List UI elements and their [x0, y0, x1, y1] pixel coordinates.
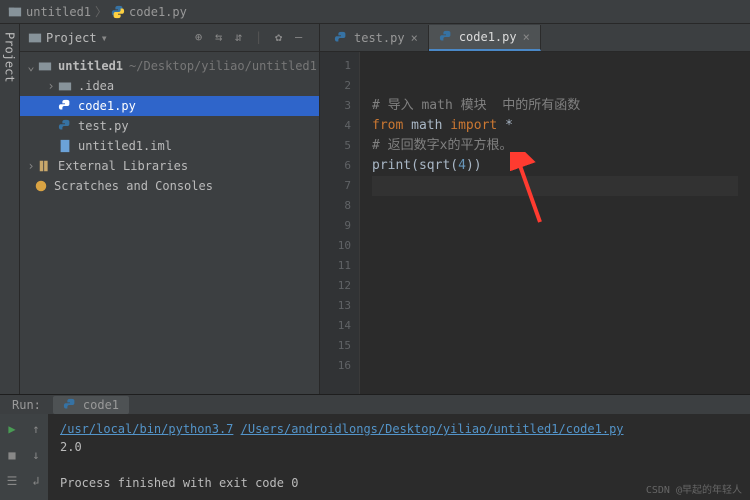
- breadcrumb: untitled1 〉 code1.py: [0, 0, 750, 24]
- editor: test.py × code1.py × 1234 5678 9101112 1…: [320, 24, 750, 394]
- chevron-right-icon[interactable]: ›: [44, 79, 58, 93]
- tree-item-test[interactable]: test.py: [20, 116, 319, 136]
- code-editor[interactable]: # 导入 math 模块 中的所有函数 from math import * #…: [360, 52, 750, 394]
- close-icon[interactable]: ×: [523, 30, 530, 44]
- collapse-icon[interactable]: ⇵: [235, 30, 251, 46]
- project-view-dropdown[interactable]: Project ▾: [28, 31, 108, 45]
- exit-status: Process finished with exit code 0: [60, 474, 738, 492]
- output-line: 2.0: [60, 438, 738, 456]
- tree-root[interactable]: ⌄ untitled1 ~/Desktop/yiliao/untitled1: [20, 56, 319, 76]
- gear-icon[interactable]: ✿: [275, 30, 291, 46]
- watermark: CSDN @早起的年轻人: [646, 481, 742, 496]
- run-panel: Run: code1 ▶ ↑ ■ ↓ ☰ ↲ /usr/local/bin/py…: [0, 394, 750, 500]
- project-tree: ⌄ untitled1 ~/Desktop/yiliao/untitled1 ›…: [20, 52, 319, 394]
- tree-item-code1[interactable]: code1.py: [20, 96, 319, 116]
- python-file-icon: [334, 31, 348, 45]
- down-button[interactable]: ↓: [27, 446, 45, 464]
- gutter: 1234 5678 9101112 13141516: [320, 52, 360, 394]
- interpreter-path[interactable]: /usr/local/bin/python3.7: [60, 422, 233, 436]
- chevron-right-icon[interactable]: ›: [24, 159, 38, 173]
- hide-icon[interactable]: —: [295, 30, 311, 46]
- run-toolbar: ▶ ↑ ■ ↓ ☰ ↲: [0, 414, 48, 500]
- chevron-down-icon: ▾: [101, 31, 108, 45]
- file-icon: [58, 139, 74, 153]
- divider: |: [255, 30, 271, 46]
- folder-icon: [58, 79, 74, 93]
- run-config-tab[interactable]: code1: [53, 396, 129, 414]
- tree-root-path: ~/Desktop/yiliao/untitled1: [129, 59, 317, 73]
- scratches-icon: [34, 179, 50, 193]
- library-icon: [38, 159, 54, 173]
- tree-item-label: code1.py: [78, 99, 136, 113]
- tab-label: test.py: [354, 31, 405, 45]
- tree-scratches[interactable]: Scratches and Consoles: [20, 176, 319, 196]
- folder-icon: [38, 59, 54, 73]
- tab-label: code1.py: [459, 30, 517, 44]
- python-file-icon: [439, 30, 453, 44]
- editor-tabs: test.py × code1.py ×: [320, 24, 750, 52]
- breadcrumb-separator-icon: 〉: [95, 3, 107, 20]
- arrow-annotation: [510, 152, 550, 232]
- script-path[interactable]: /Users/androidlongs/Desktop/yiliao/untit…: [241, 422, 624, 436]
- chevron-down-icon[interactable]: ⌄: [24, 59, 38, 73]
- console-output[interactable]: /usr/local/bin/python3.7 /Users/androidl…: [48, 414, 750, 500]
- python-file-icon: [63, 398, 77, 412]
- tab-test[interactable]: test.py ×: [324, 25, 429, 51]
- close-icon[interactable]: ×: [411, 31, 418, 45]
- run-label: Run:: [12, 398, 41, 412]
- tree-item-label: .idea: [78, 79, 114, 93]
- tree-item-idea[interactable]: › .idea: [20, 76, 319, 96]
- python-file-icon: [58, 99, 74, 113]
- rerun-button[interactable]: ▶: [3, 420, 21, 438]
- locate-icon[interactable]: ⊕: [195, 30, 211, 46]
- tab-code1[interactable]: code1.py ×: [429, 25, 541, 51]
- python-file-icon: [58, 119, 74, 133]
- project-panel: Project ▾ ⊕ ⇆ ⇵ | ✿ — ⌄ untitled1 ~/Desk…: [20, 24, 320, 394]
- run-config-label: code1: [83, 398, 119, 412]
- layout-button[interactable]: ☰: [3, 472, 21, 490]
- expand-icon[interactable]: ⇆: [215, 30, 231, 46]
- breadcrumb-file[interactable]: code1.py: [111, 5, 187, 19]
- stop-button[interactable]: ■: [3, 446, 21, 464]
- tree-item-label: External Libraries: [58, 159, 188, 173]
- tree-root-label: untitled1: [58, 59, 123, 73]
- tree-item-label: Scratches and Consoles: [54, 179, 213, 193]
- tree-external-libraries[interactable]: › External Libraries: [20, 156, 319, 176]
- up-button[interactable]: ↑: [27, 420, 45, 438]
- sidebar-tab-project[interactable]: Project: [0, 24, 20, 394]
- wrap-button[interactable]: ↲: [27, 472, 45, 490]
- tree-item-label: untitled1.iml: [78, 139, 172, 153]
- breadcrumb-project[interactable]: untitled1: [8, 5, 91, 19]
- tree-item-iml[interactable]: untitled1.iml: [20, 136, 319, 156]
- tree-item-label: test.py: [78, 119, 129, 133]
